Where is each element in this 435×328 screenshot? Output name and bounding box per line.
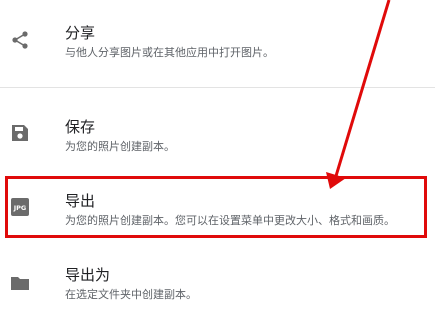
menu-item-title: 分享 — [65, 24, 96, 42]
share-icon — [12, 31, 28, 49]
save-icon — [12, 125, 28, 141]
menu-item-export-as[interactable]: 导出为 在选定文件夹中创建副本。 — [0, 256, 435, 328]
menu-item-description: 为您的照片创建副本。您可以在设置菜单中更改大小、格式和画质。 — [65, 214, 395, 227]
divider — [0, 87, 435, 88]
jpg-icon-label: JPG — [13, 204, 27, 212]
options-menu: 分享 与他人分享图片或在其他应用中打开图片。 保存 为您的照片创建副本。 JPG… — [0, 0, 435, 306]
menu-item-description: 为您的照片创建副本。 — [65, 140, 175, 153]
menu-item-share[interactable]: 分享 与他人分享图片或在其他应用中打开图片。 — [0, 14, 435, 86]
menu-item-save[interactable]: 保存 为您的照片创建副本。 — [0, 108, 435, 180]
folder-icon — [11, 277, 29, 290]
menu-item-description: 在选定文件夹中创建副本。 — [65, 288, 197, 301]
menu-item-export[interactable]: JPG 导出 为您的照片创建副本。您可以在设置菜单中更改大小、格式和画质。 — [0, 182, 435, 254]
menu-item-title: 导出 — [65, 192, 96, 210]
menu-item-title: 保存 — [65, 118, 96, 136]
menu-item-description: 与他人分享图片或在其他应用中打开图片。 — [65, 46, 274, 59]
menu-item-title: 导出为 — [65, 266, 111, 284]
jpg-file-icon: JPG — [11, 198, 29, 216]
